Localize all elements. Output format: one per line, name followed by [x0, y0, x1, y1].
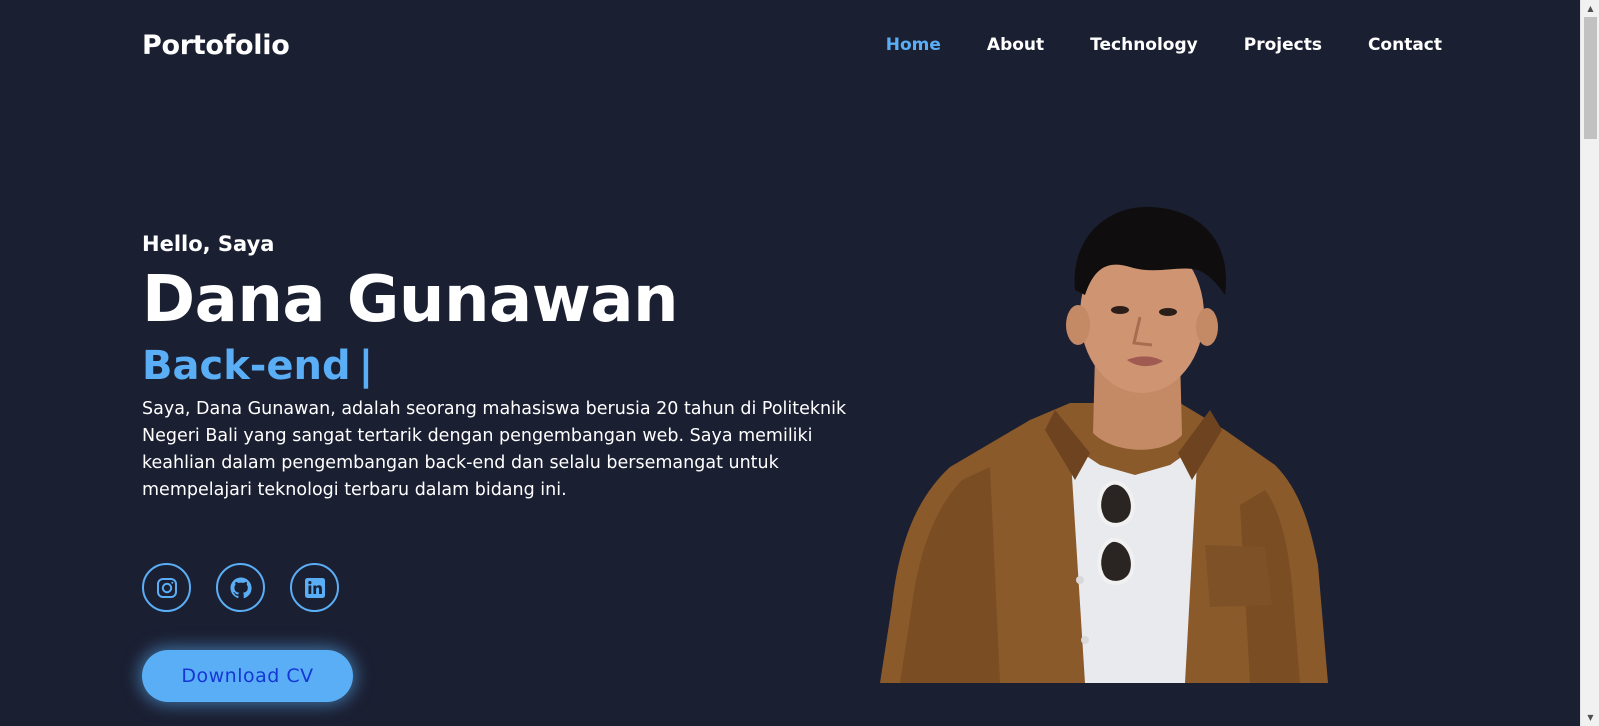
- hero-role: Back-end |: [142, 340, 882, 392]
- linkedin-link[interactable]: [290, 563, 339, 612]
- scroll-up-arrow-icon[interactable]: ▲: [1581, 0, 1599, 17]
- download-cv-button[interactable]: Download CV: [142, 650, 353, 702]
- social-links: [142, 563, 339, 612]
- nav-links: Home About Technology Projects Contact: [886, 35, 1442, 55]
- navbar: Portofolio Home About Technology Project…: [142, 22, 1442, 68]
- github-icon: [230, 577, 252, 598]
- nav-link-contact[interactable]: Contact: [1368, 35, 1442, 55]
- hero-name: Dana Gunawan: [142, 263, 679, 337]
- linkedin-icon: [304, 577, 325, 598]
- nav-link-home[interactable]: Home: [886, 35, 941, 55]
- hero-bio: Saya, Dana Gunawan, adalah seorang mahas…: [142, 399, 847, 500]
- brand-logo[interactable]: Portofolio: [142, 30, 290, 61]
- scroll-down-arrow-icon[interactable]: ▼: [1581, 709, 1599, 726]
- github-link[interactable]: [216, 563, 265, 612]
- typing-caret: |: [358, 343, 374, 389]
- page-scrollbar[interactable]: ▲ ▼: [1580, 0, 1599, 726]
- hero-section: Hello, Saya Dana Gunawan Back-end | Saya,…: [142, 232, 882, 504]
- page: Portofolio Home About Technology Project…: [0, 0, 1580, 726]
- hero-role-text: Back-end: [142, 343, 351, 389]
- scroll-thumb[interactable]: [1584, 17, 1597, 139]
- instagram-icon: [156, 577, 177, 598]
- instagram-link[interactable]: [142, 563, 191, 612]
- hero-greeting: Hello, Saya: [142, 232, 275, 256]
- nav-link-about[interactable]: About: [987, 35, 1044, 55]
- profile-photo: [880, 206, 1328, 683]
- nav-link-technology[interactable]: Technology: [1090, 35, 1198, 55]
- nav-link-projects[interactable]: Projects: [1244, 35, 1322, 55]
